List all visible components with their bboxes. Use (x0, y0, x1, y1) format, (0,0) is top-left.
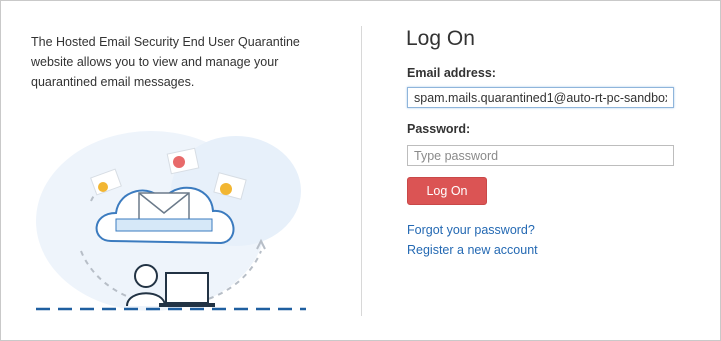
laptop-icon (159, 272, 215, 307)
logon-panel: The Hosted Email Security End User Quara… (0, 0, 721, 341)
logon-button[interactable]: Log On (407, 177, 487, 205)
quarantine-illustration (36, 131, 306, 311)
intro-text: The Hosted Email Security End User Quara… (31, 32, 321, 92)
intro-line: The Hosted Email Security End User Quara… (31, 35, 300, 49)
password-label: Password: (407, 122, 471, 136)
intro-line: website allows you to view and manage yo… (31, 55, 279, 69)
password-field[interactable] (407, 145, 674, 166)
page-title: Log On (406, 27, 475, 50)
email-field[interactable] (407, 87, 674, 108)
forgot-password-link[interactable]: Forgot your password? (407, 223, 535, 237)
vertical-divider (361, 26, 362, 316)
intro-line: quarantined email messages. (31, 75, 195, 89)
email-label: Email address: (407, 66, 496, 80)
register-account-link[interactable]: Register a new account (407, 243, 538, 257)
